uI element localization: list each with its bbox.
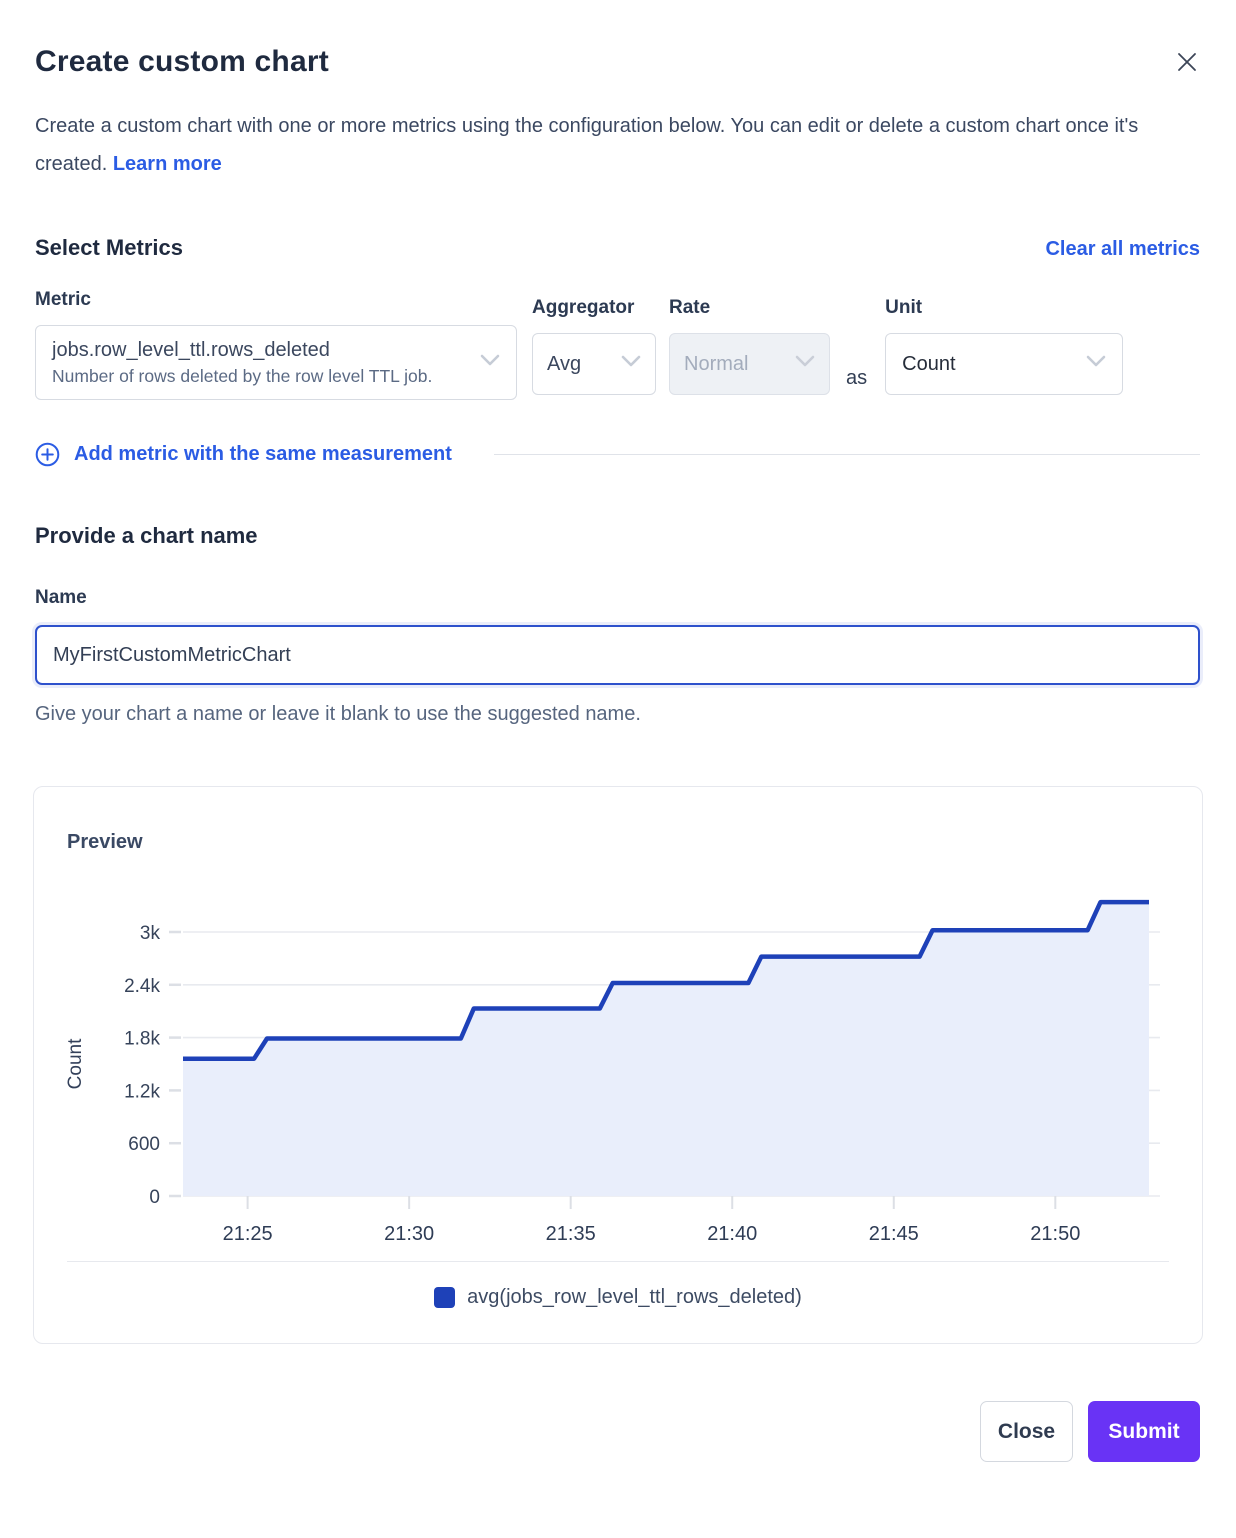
as-label: as [830,367,885,400]
rate-label: Rate [669,297,830,319]
x-tick-label: 21:25 [223,1223,273,1245]
y-tick-label: 0 [149,1187,160,1208]
add-metric-link[interactable]: Add metric with the same measurement [35,442,452,467]
chevron-down-icon [480,354,500,372]
modal-description: Create a custom chart with one or more m… [35,107,1185,183]
learn-more-link[interactable]: Learn more [113,153,222,175]
x-tick-label: 21:35 [546,1223,596,1245]
preview-heading: Preview [67,831,1169,854]
metric-select-description: Number of rows deleted by the row level … [52,366,432,387]
name-helper-text: Give your chart a name or leave it blank… [35,703,1200,726]
divider [494,454,1200,455]
area-fill [183,902,1149,1196]
rate-select-disabled: Normal [669,333,830,395]
y-axis-title: Count [67,1038,86,1089]
chart-legend: avg(jobs_row_level_ttl_rows_deleted) [67,1286,1169,1321]
y-tick-label: 1.8k [124,1029,160,1050]
chart-name-input[interactable] [35,625,1200,685]
aggregator-label: Aggregator [532,297,656,319]
metric-config-row: Metric jobs.row_level_ttl.rows_deleted N… [35,289,1200,400]
select-metrics-heading: Select Metrics [35,235,183,261]
x-tick-label: 21:30 [384,1223,434,1245]
chart-name-heading: Provide a chart name [35,523,1200,549]
page-title: Create custom chart [35,45,329,79]
clear-all-metrics-link[interactable]: Clear all metrics [1045,238,1200,261]
preview-card: Preview 0 600 1.2k 1.8k 2.4k 3k 21:25 21:30 21:3… [33,786,1203,1344]
unit-label: Unit [885,297,1123,319]
legend-swatch [434,1287,455,1308]
unit-select-value: Count [902,353,955,376]
add-metric-label: Add metric with the same measurement [74,443,452,466]
y-tick-label: 2.4k [124,976,160,997]
y-tick-label: 3k [140,923,161,944]
rate-select-value: Normal [684,353,748,376]
aggregator-select[interactable]: Avg [532,333,656,395]
legend-label: avg(jobs_row_level_ttl_rows_deleted) [467,1286,802,1309]
submit-button[interactable]: Submit [1088,1401,1200,1462]
create-custom-chart-modal: Create custom chart Create a custom char… [0,0,1236,1462]
x-tick-label: 21:50 [1030,1223,1080,1245]
close-icon[interactable] [1174,49,1200,75]
x-tick-label: 21:40 [707,1223,757,1245]
metric-select-value: jobs.row_level_ttl.rows_deleted [52,339,432,362]
metric-select[interactable]: jobs.row_level_ttl.rows_deleted Number o… [35,325,517,400]
name-label: Name [35,587,1200,609]
chevron-down-icon [1086,355,1106,373]
close-button[interactable]: Close [980,1401,1073,1462]
aggregator-select-value: Avg [547,353,581,376]
unit-select[interactable]: Count [885,333,1123,395]
chevron-down-icon [621,355,641,373]
y-tick-label: 1.2k [124,1081,160,1102]
y-tick-label: 600 [128,1134,160,1155]
chevron-down-icon [795,355,815,373]
metric-label: Metric [35,289,517,311]
plus-circle-icon [35,442,60,467]
x-tick-label: 21:45 [869,1223,919,1245]
preview-chart: 0 600 1.2k 1.8k 2.4k 3k 21:25 21:30 21:35 21:40 21… [67,866,1169,1250]
divider [67,1261,1169,1262]
